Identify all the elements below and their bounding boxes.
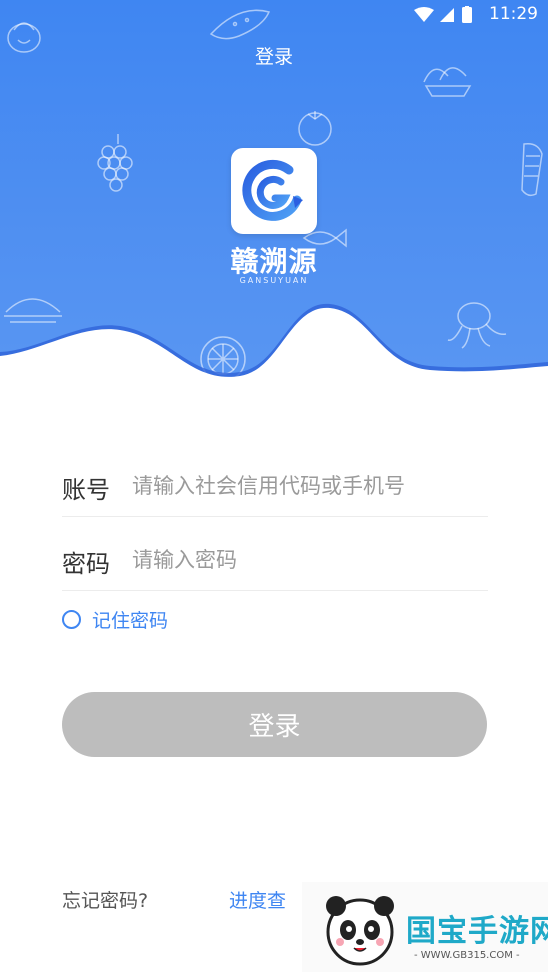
watermark: 国宝手游网 - WWW.GB315.COM - [302, 882, 548, 972]
password-label: 密码 [62, 550, 110, 578]
watermark-url: - WWW.GB315.COM - [414, 950, 520, 961]
progress-query-link[interactable]: 进度查 [229, 886, 286, 913]
wifi-signal-battery-icons [414, 6, 472, 23]
account-row: 账号 [62, 458, 490, 517]
forgot-password-link[interactable]: 忘记密码? [62, 886, 148, 913]
app-logo [231, 148, 317, 234]
grapes-doodle-icon [97, 134, 133, 192]
password-input[interactable] [130, 542, 490, 578]
status-bar: 11:29 [0, 0, 548, 30]
account-label: 账号 [62, 476, 110, 504]
gansuyuan-logo-icon [242, 159, 303, 221]
watermark-text: 国宝手游网 [406, 914, 548, 949]
login-button[interactable]: 登录 [62, 692, 487, 757]
account-input[interactable] [130, 468, 490, 504]
status-time: 11:29 [489, 4, 538, 24]
header-wave [0, 303, 548, 400]
panda-mascot-icon [326, 896, 394, 966]
tomato-doodle-icon [298, 111, 332, 146]
corn-doodle-icon [521, 142, 543, 197]
brand-name: 赣溯源 [230, 245, 318, 278]
password-row: 密码 [62, 532, 490, 591]
remember-password-label: 记住密码 [92, 610, 169, 632]
radio-circle-icon[interactable] [62, 610, 81, 629]
header-banner: 11:29 登录 赣溯源 GANSUYUAN [0, 0, 548, 400]
page-title: 登录 [254, 46, 293, 68]
